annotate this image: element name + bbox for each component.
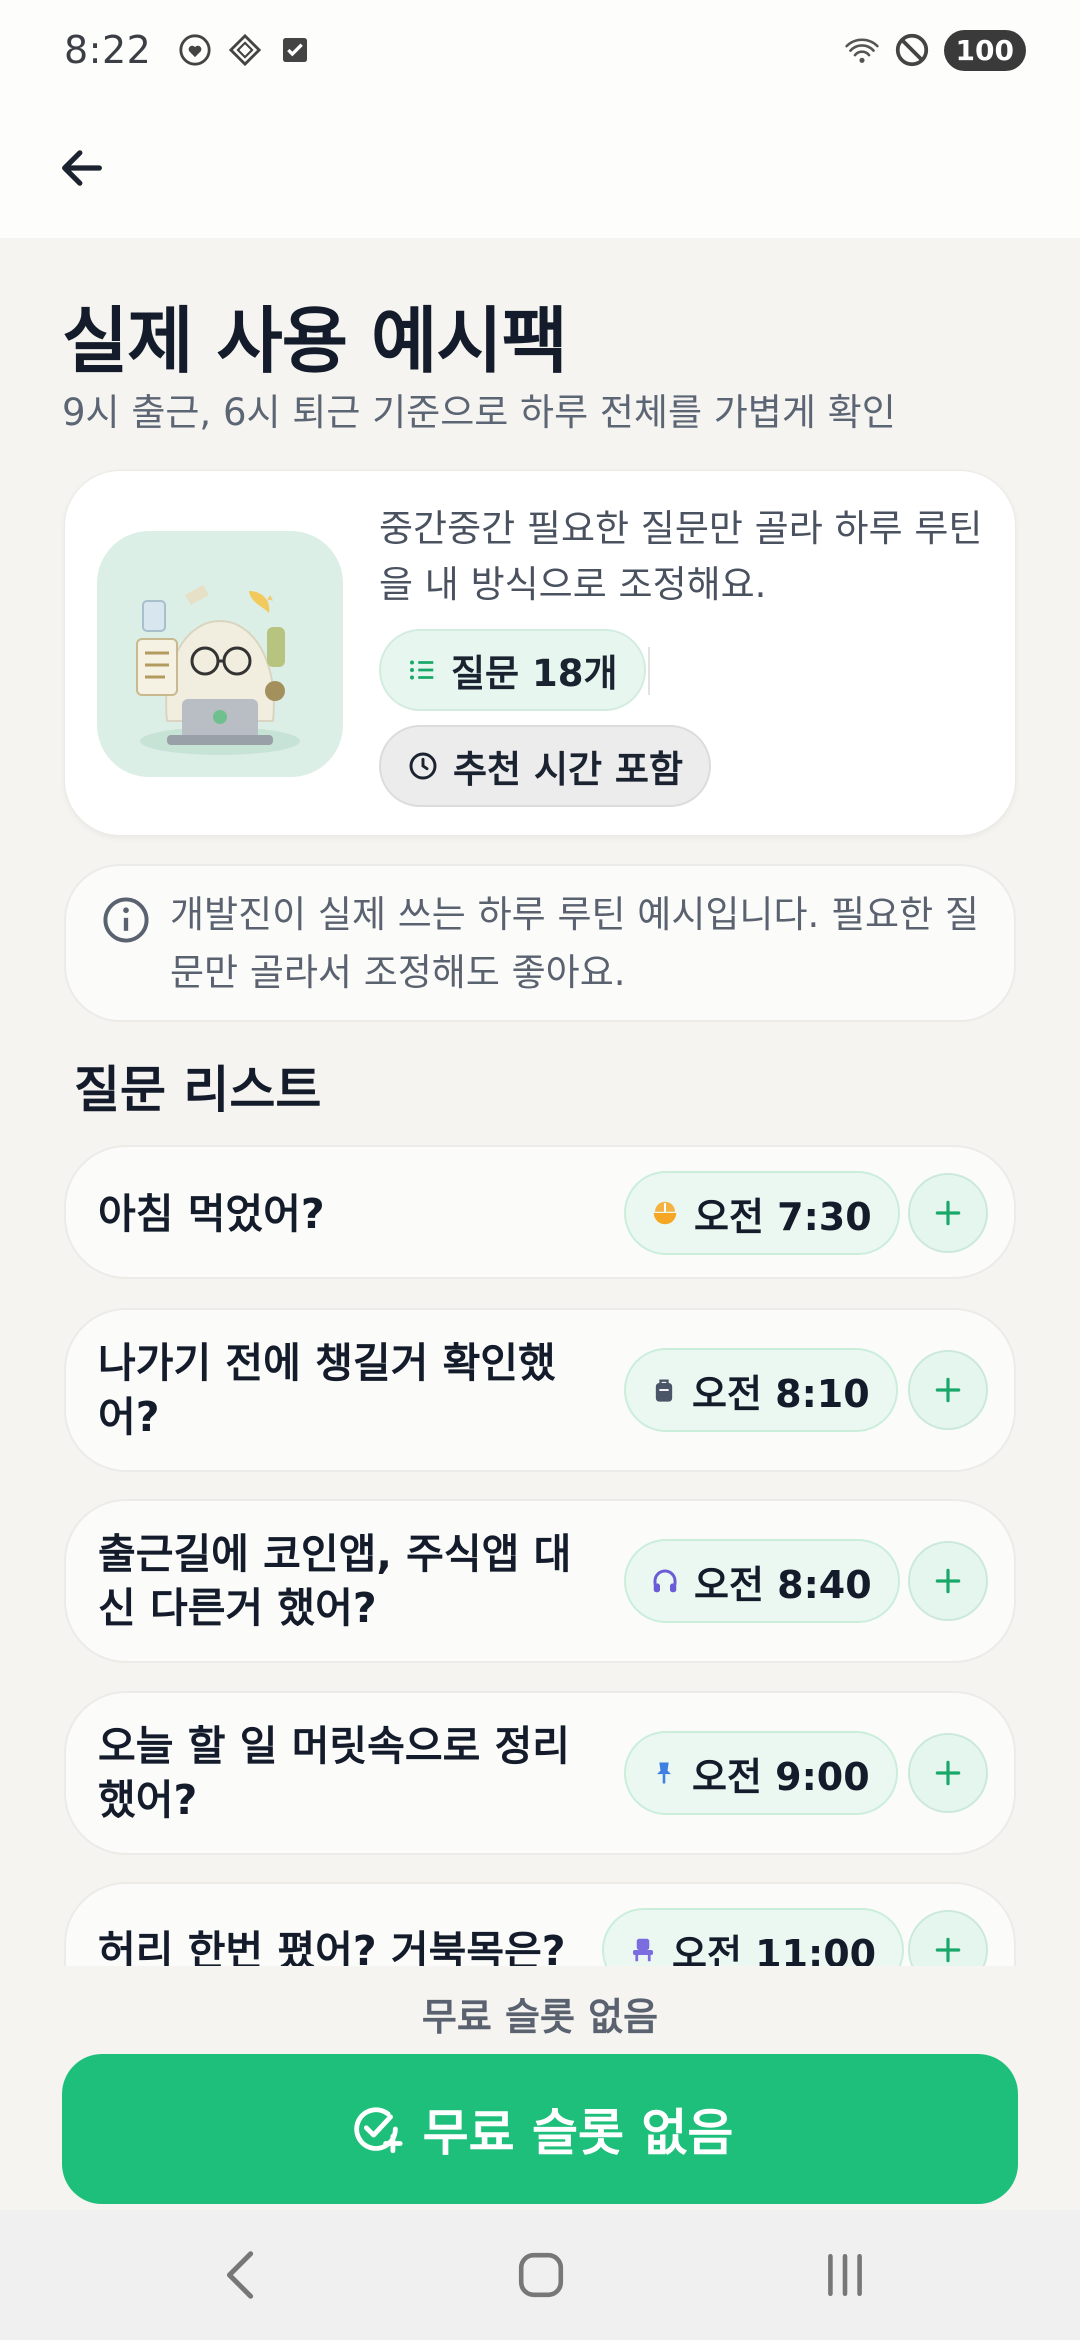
recommended-time-chip[interactable]: 추천 시간 포함 bbox=[379, 725, 712, 807]
question-text: 나가기 전에 챙길거 확인했어? bbox=[98, 1339, 556, 1441]
wifi-icon bbox=[844, 32, 880, 68]
bowl-icon bbox=[653, 1201, 677, 1225]
question-count-chip[interactable]: 질문 18개 bbox=[379, 629, 646, 711]
headphones-icon bbox=[653, 1569, 677, 1593]
do-not-disturb-icon bbox=[894, 32, 930, 68]
status-right: 100 bbox=[844, 29, 1026, 71]
question-time: 오전 11:00 bbox=[672, 1931, 877, 1967]
page-title: 실제 사용 예시팩 bbox=[62, 299, 568, 383]
status-bar: 8:22 100 bbox=[0, 0, 1080, 100]
recents-icon bbox=[828, 2253, 862, 2297]
question-count-label: 질문 18개 bbox=[451, 652, 618, 695]
question-text: 오늘 할 일 머릿속으로 정리했어? bbox=[98, 1722, 571, 1824]
diamond-grid-icon bbox=[227, 32, 263, 68]
check-add-icon bbox=[353, 2107, 403, 2154]
add-question-button[interactable] bbox=[908, 1173, 988, 1253]
question-time: 오전 7:30 bbox=[694, 1194, 872, 1239]
question-text: 허리 한번 폈어? 거북목은? bbox=[98, 1927, 566, 1966]
add-question-button[interactable] bbox=[908, 1733, 988, 1813]
question-text: 아침 먹었어? bbox=[98, 1190, 325, 1238]
question-time-chip[interactable]: 오전 7:30 bbox=[624, 1171, 900, 1255]
nav-recents-button[interactable] bbox=[800, 2240, 890, 2310]
nav-home-button[interactable] bbox=[496, 2240, 586, 2310]
add-question-button[interactable] bbox=[908, 1350, 988, 1430]
bag-icon bbox=[655, 1379, 673, 1402]
heart-shield-icon bbox=[177, 32, 213, 68]
free-slot-caption: 무료 슬롯 없음 bbox=[421, 1995, 659, 2039]
question-time-chip[interactable]: 오전 8:10 bbox=[624, 1348, 898, 1432]
list-icon bbox=[410, 660, 434, 680]
add-question-button[interactable] bbox=[908, 1910, 988, 1966]
status-time: 8:22 bbox=[64, 28, 152, 72]
nav-back-button[interactable] bbox=[196, 2240, 286, 2310]
list-item[interactable]: 허리 한번 폈어? 거북목은? 오전 11:00 bbox=[64, 1882, 1016, 1966]
status-icons-left bbox=[177, 32, 313, 68]
info-icon bbox=[100, 894, 152, 946]
status-left: 8:22 bbox=[64, 28, 313, 72]
add-pack-button-label: 무료 슬롯 없음 bbox=[422, 2104, 734, 2162]
recommended-time-label: 추천 시간 포함 bbox=[453, 748, 684, 791]
app-bar bbox=[0, 100, 1080, 238]
checkbox-icon bbox=[277, 32, 313, 68]
question-time-chip[interactable]: 오전 11:00 bbox=[602, 1908, 905, 1967]
section-title: 질문 리스트 bbox=[74, 1061, 322, 1119]
list-item[interactable]: 나가기 전에 챙길거 확인했어? 오전 8:10 bbox=[64, 1308, 1016, 1472]
question-list[interactable]: 아침 먹었어? 오전 7:30 나가기 전에 챙길거 확인했어? 오전 8:10… bbox=[0, 1142, 1080, 1966]
question-time: 오전 8:10 bbox=[692, 1371, 870, 1416]
list-item[interactable]: 출근길에 코인앱, 주식앱 대신 다른거 했어? 오전 8:40 bbox=[64, 1499, 1016, 1663]
question-time: 오전 8:40 bbox=[694, 1562, 872, 1607]
info-card: 개발진이 실제 쓰는 하루 루틴 예시입니다. 필요한 질문만 골라서 조정해도… bbox=[64, 864, 1016, 1022]
pack-description: 중간중간 필요한 질문만 골라 하루 루틴을 내 방식으로 조정해요. bbox=[379, 507, 983, 606]
chair-icon bbox=[633, 1938, 653, 1962]
question-time: 오전 9:00 bbox=[692, 1754, 870, 1799]
add-question-button[interactable] bbox=[908, 1541, 988, 1621]
battery-icon: 100 bbox=[943, 29, 1026, 71]
question-time-chip[interactable]: 오전 9:00 bbox=[624, 1731, 898, 1815]
chip-divider bbox=[648, 647, 650, 695]
pin-icon bbox=[657, 1762, 671, 1784]
chevron-left-icon bbox=[226, 2251, 254, 2299]
back-button[interactable] bbox=[42, 128, 122, 208]
system-nav-bar bbox=[0, 2210, 1080, 2340]
plus-icon bbox=[935, 1568, 961, 1594]
add-pack-button[interactable]: 무료 슬롯 없음 bbox=[62, 2054, 1018, 2204]
plus-icon bbox=[935, 1377, 961, 1403]
info-text: 개발진이 실제 쓰는 하루 루틴 예시입니다. 필요한 질문만 골라서 조정해도… bbox=[170, 893, 979, 994]
question-text: 출근길에 코인앱, 주식앱 대신 다른거 했어? bbox=[98, 1530, 572, 1632]
clock-icon bbox=[409, 752, 437, 780]
pack-card: 중간중간 필요한 질문만 골라 하루 루틴을 내 방식으로 조정해요. 질문 1… bbox=[64, 470, 1016, 836]
list-item[interactable]: 아침 먹었어? 오전 7:30 bbox=[64, 1145, 1016, 1279]
plus-icon bbox=[935, 1200, 961, 1226]
home-square-icon bbox=[518, 2252, 564, 2298]
page-subtitle: 9시 출근, 6시 퇴근 기준으로 하루 전체를 가볍게 확인 bbox=[62, 391, 896, 434]
list-item[interactable]: 오늘 할 일 머릿속으로 정리했어? 오전 9:00 bbox=[64, 1691, 1016, 1855]
plus-icon bbox=[935, 1760, 961, 1786]
arrow-left-icon bbox=[62, 150, 102, 186]
question-time-chip[interactable]: 오전 8:40 bbox=[624, 1539, 900, 1623]
plus-icon bbox=[935, 1937, 961, 1963]
pack-illustration bbox=[97, 531, 343, 777]
